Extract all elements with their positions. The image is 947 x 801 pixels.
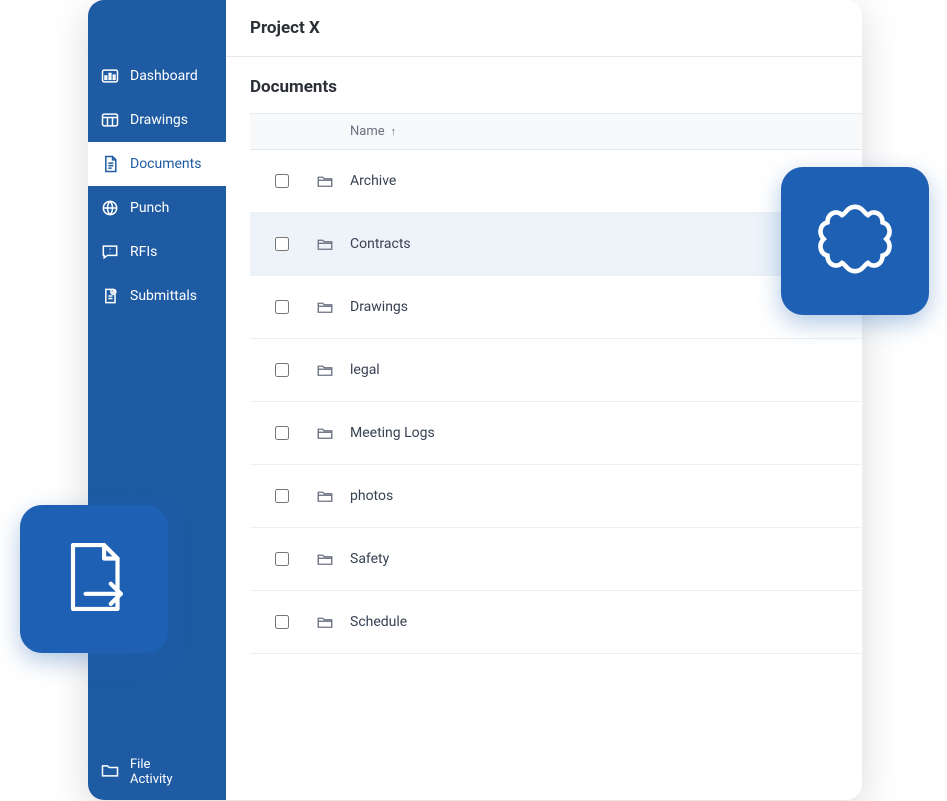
table-row[interactable]: Drawings bbox=[250, 276, 862, 339]
folder-icon bbox=[300, 361, 350, 379]
export-badge bbox=[20, 505, 168, 653]
app-window: Dashboard Drawings Documents bbox=[88, 0, 862, 800]
row-name: legal bbox=[350, 362, 862, 378]
documents-table: Name ↑ Archive Contracts bbox=[250, 113, 862, 654]
row-checkbox[interactable] bbox=[275, 426, 289, 440]
sort-asc-icon: ↑ bbox=[391, 125, 397, 138]
row-checkbox[interactable] bbox=[275, 552, 289, 566]
row-checkbox[interactable] bbox=[275, 237, 289, 251]
page-title: Project X bbox=[250, 18, 838, 38]
main-panel: Project X Documents Name ↑ Archive bbox=[226, 0, 862, 800]
sidebar-item-rfis[interactable]: RFIs bbox=[88, 230, 226, 274]
folder-icon bbox=[300, 298, 350, 316]
flower-icon bbox=[809, 193, 901, 289]
row-checkbox[interactable] bbox=[275, 363, 289, 377]
sidebar: Dashboard Drawings Documents bbox=[88, 0, 226, 800]
table-row[interactable]: legal bbox=[250, 339, 862, 402]
sidebar-item-label: RFIs bbox=[130, 244, 157, 260]
table-header: Name ↑ bbox=[250, 114, 862, 150]
folder-icon bbox=[300, 424, 350, 442]
sidebar-item-drawings[interactable]: Drawings bbox=[88, 98, 226, 142]
sidebar-item-label: Drawings bbox=[130, 112, 188, 128]
main-header: Project X bbox=[226, 0, 862, 57]
submittals-icon bbox=[100, 286, 120, 306]
column-header-name[interactable]: Name ↑ bbox=[350, 124, 862, 139]
row-name: Meeting Logs bbox=[350, 425, 862, 441]
column-header-name-label: Name bbox=[350, 124, 385, 139]
table-row[interactable]: Meeting Logs bbox=[250, 402, 862, 465]
folder-icon bbox=[300, 613, 350, 631]
folder-icon bbox=[300, 235, 350, 253]
sidebar-item-file-activity[interactable]: File Activity bbox=[88, 745, 226, 800]
sidebar-item-label: Submittals bbox=[130, 288, 197, 304]
sidebar-item-label: Documents bbox=[130, 156, 201, 172]
drawings-icon bbox=[100, 110, 120, 130]
sidebar-item-label: Punch bbox=[130, 200, 169, 216]
section-title: Documents bbox=[226, 57, 862, 113]
sidebar-item-label: File Activity bbox=[130, 757, 173, 788]
table-row[interactable]: Safety bbox=[250, 528, 862, 591]
folder-icon bbox=[300, 550, 350, 568]
row-checkbox[interactable] bbox=[275, 489, 289, 503]
row-checkbox[interactable] bbox=[275, 615, 289, 629]
integration-badge bbox=[781, 167, 929, 315]
punch-icon bbox=[100, 198, 120, 218]
folder-icon bbox=[300, 172, 350, 190]
file-export-icon bbox=[52, 535, 136, 623]
table-row[interactable]: Archive bbox=[250, 150, 862, 213]
sidebar-item-documents[interactable]: Documents bbox=[88, 142, 226, 186]
row-checkbox[interactable] bbox=[275, 174, 289, 188]
row-name: Schedule bbox=[350, 614, 862, 630]
dashboard-icon bbox=[100, 66, 120, 86]
folder-icon bbox=[100, 760, 120, 784]
row-name: Safety bbox=[350, 551, 862, 567]
table-row[interactable]: Schedule bbox=[250, 591, 862, 654]
folder-icon bbox=[300, 487, 350, 505]
sidebar-item-punch[interactable]: Punch bbox=[88, 186, 226, 230]
sidebar-item-label: Dashboard bbox=[130, 68, 198, 84]
sidebar-item-submittals[interactable]: Submittals bbox=[88, 274, 226, 318]
row-name: photos bbox=[350, 488, 862, 504]
table-row[interactable]: Contracts bbox=[250, 213, 862, 276]
table-row[interactable]: photos bbox=[250, 465, 862, 528]
row-checkbox[interactable] bbox=[275, 300, 289, 314]
documents-icon bbox=[100, 154, 120, 174]
rfis-icon bbox=[100, 242, 120, 262]
sidebar-item-dashboard[interactable]: Dashboard bbox=[88, 54, 226, 98]
